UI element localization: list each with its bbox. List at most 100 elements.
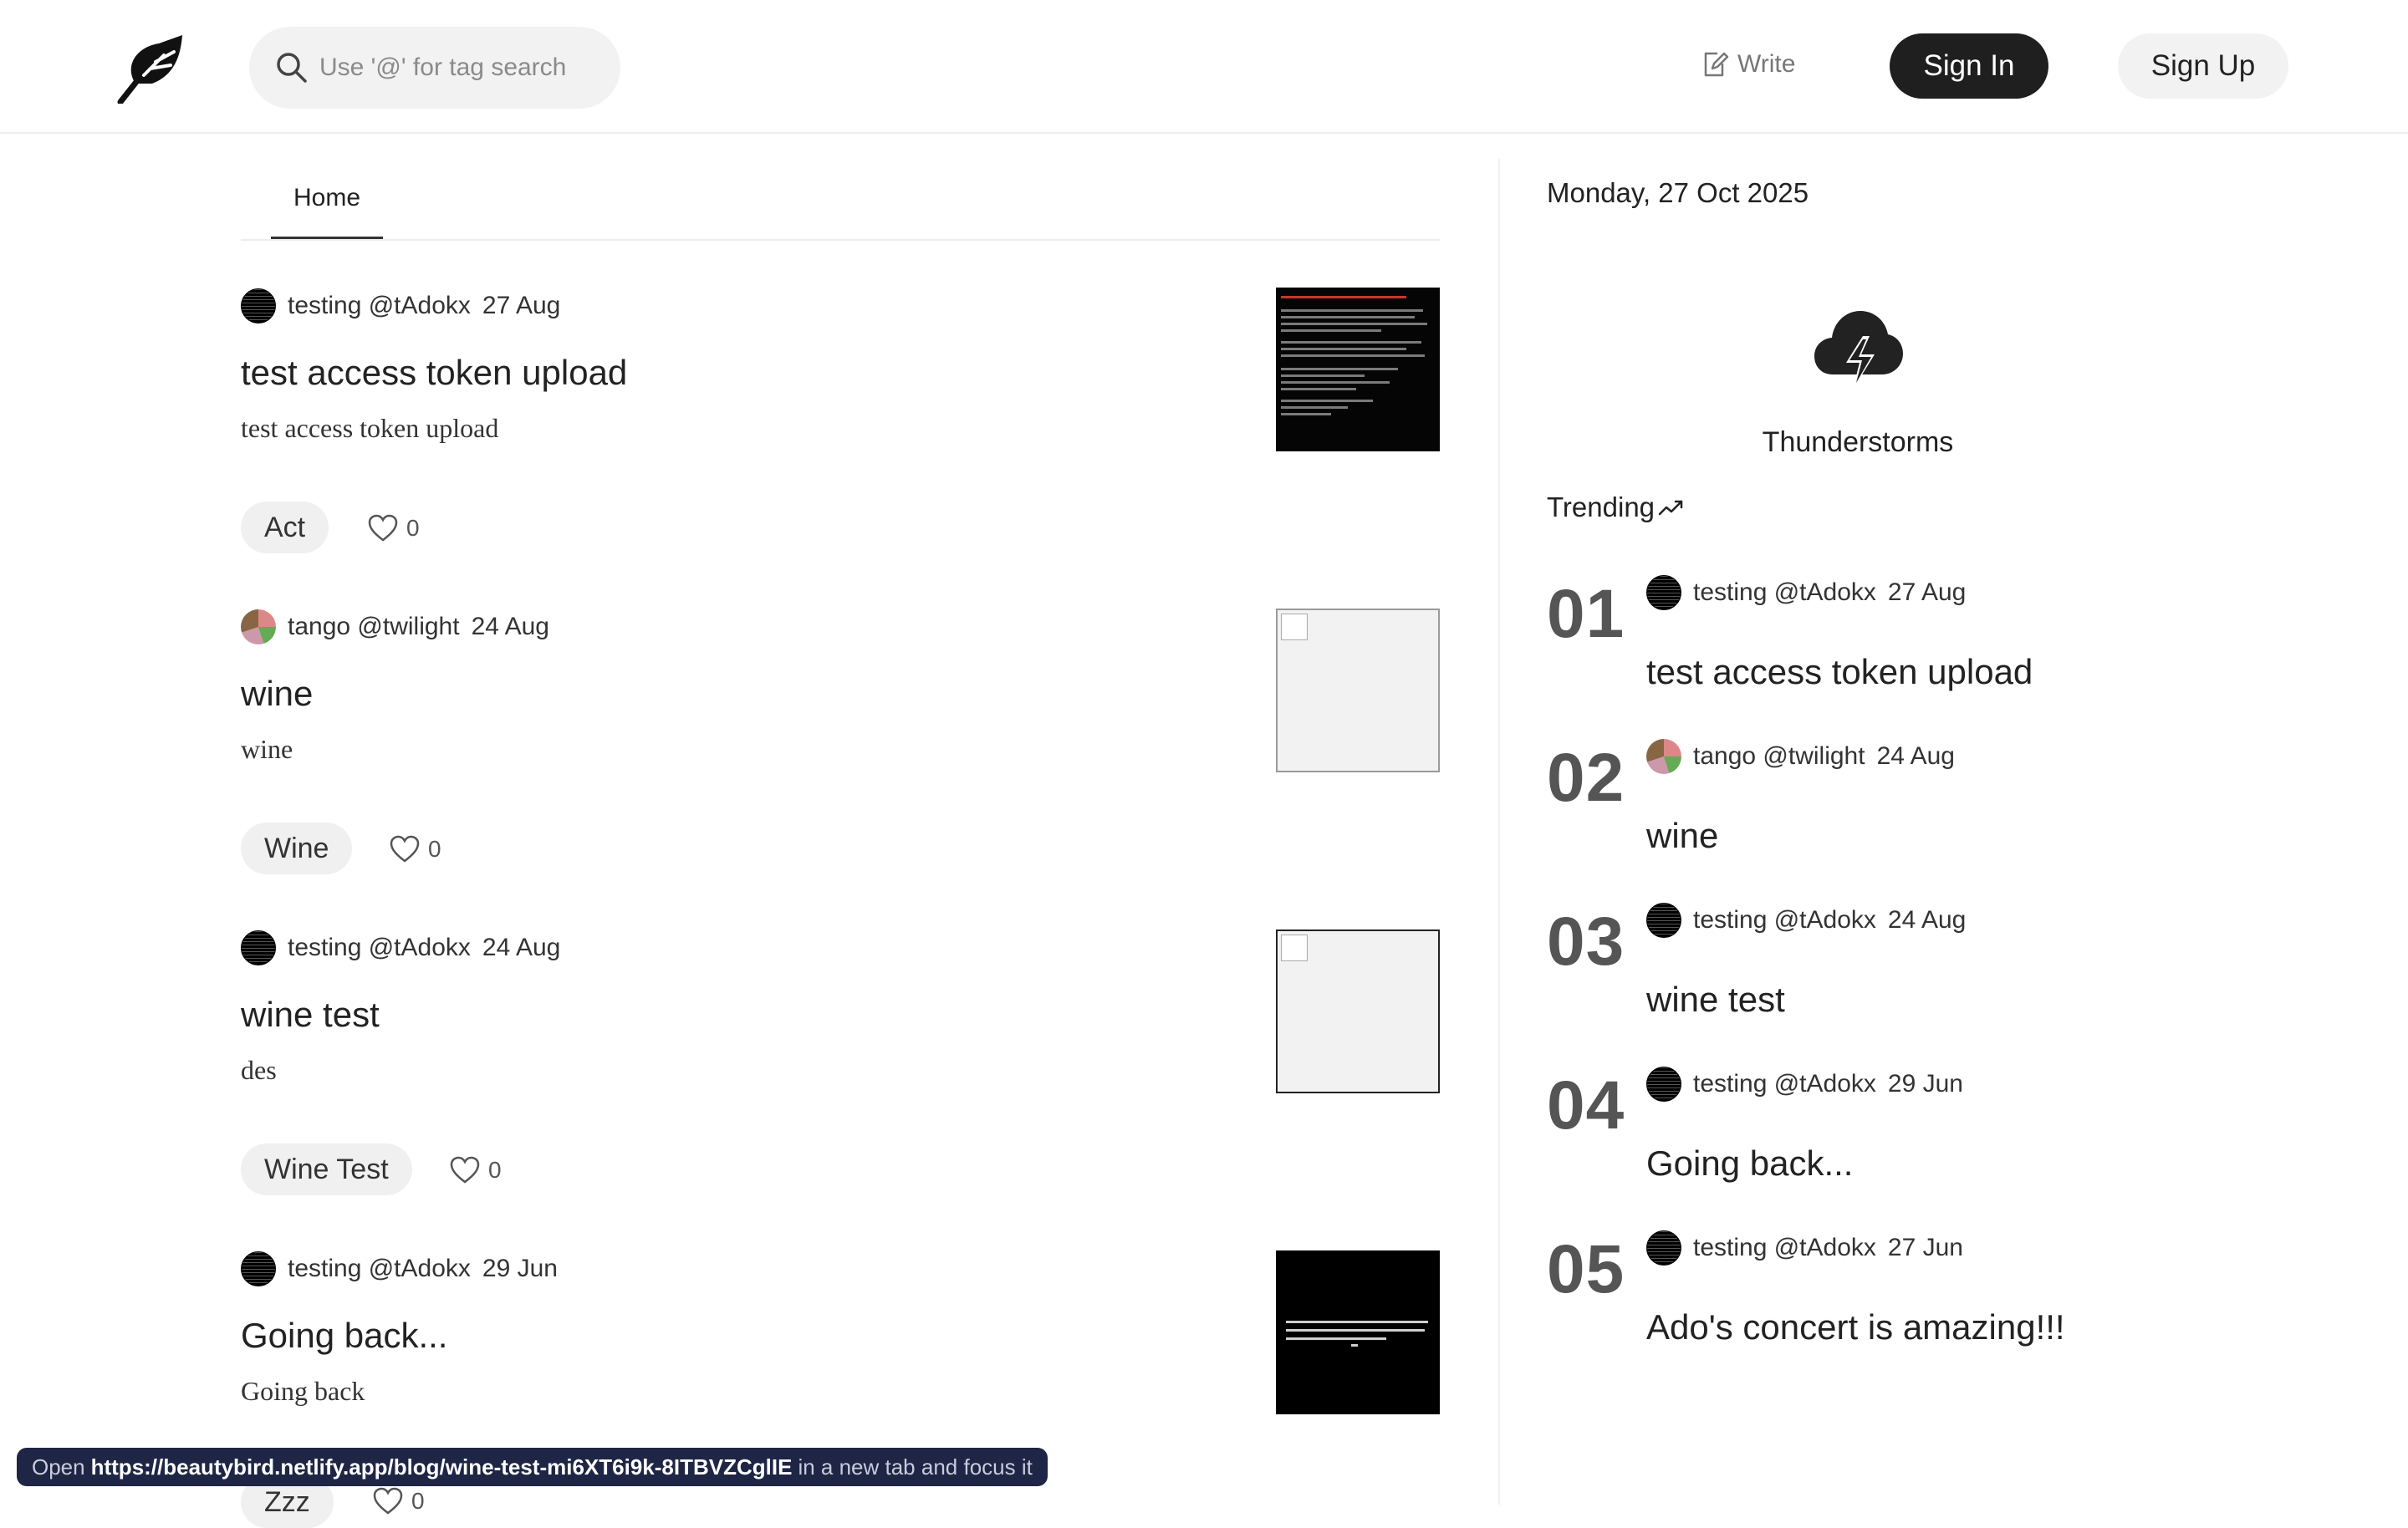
post-date: 27 Aug <box>482 292 561 319</box>
post-author[interactable]: testing @tAdokx <box>288 934 471 962</box>
avatar[interactable] <box>1646 1067 1681 1102</box>
search-icon <box>277 53 307 83</box>
trending-rank: 05 <box>1547 1231 1625 1307</box>
trending-title[interactable]: Going back... <box>1646 1143 1853 1184</box>
post-excerpt: wine <box>241 734 293 764</box>
trending-heading: Trending <box>1547 492 1685 523</box>
post-card[interactable]: testing @tAdokx 27 Aug test access token… <box>241 288 1440 563</box>
heart-icon <box>450 1156 480 1184</box>
like-button[interactable]: 0 <box>373 1485 425 1518</box>
avatar[interactable] <box>241 1251 276 1286</box>
status-prefix: Open <box>32 1454 85 1480</box>
avatar[interactable] <box>1646 1230 1681 1266</box>
link-status-tooltip: Open https://beautybird.netlify.app/blog… <box>17 1448 1048 1486</box>
trending-up-icon <box>1658 500 1683 516</box>
trending-title[interactable]: test access token upload <box>1646 652 2033 692</box>
post-title[interactable]: wine test <box>241 995 380 1035</box>
search-input-placeholder[interactable]: Use '@' for tag search <box>319 50 566 85</box>
trending-author[interactable]: testing @tAdokx <box>1693 1070 1876 1098</box>
weather-label: Thunderstorms <box>1762 426 1954 458</box>
broken-image-icon <box>1281 935 1308 961</box>
post-date: 24 Aug <box>482 934 561 961</box>
trending-meta: testing @tAdokx 29 Jun <box>1646 1067 1963 1102</box>
trending-rank: 04 <box>1547 1067 1625 1143</box>
like-count: 0 <box>488 1157 502 1183</box>
post-author[interactable]: tango @twilight <box>288 613 460 641</box>
top-header: Use '@' for tag search Write Sign In Sig… <box>0 0 2408 134</box>
trending-date: 27 Jun <box>1887 1234 1963 1261</box>
post-tag[interactable]: Act <box>241 502 329 553</box>
trending-author[interactable]: tango @twilight <box>1693 742 1865 771</box>
trending-date: 24 Aug <box>1876 742 1955 770</box>
trending-item[interactable]: 01 testing @tAdokx 27 Aug test access to… <box>1547 575 2299 739</box>
post-excerpt: des <box>241 1055 277 1085</box>
post-meta: testing @tAdokx 27 Aug <box>241 288 560 324</box>
trending-meta: testing @tAdokx 27 Jun <box>1646 1230 1963 1266</box>
trending-item[interactable]: 03 testing @tAdokx 24 Aug wine test <box>1547 903 2299 1067</box>
post-title[interactable]: wine <box>241 674 313 714</box>
trending-date: 29 Jun <box>1887 1070 1963 1098</box>
trending-author[interactable]: testing @tAdokx <box>1693 1234 1876 1262</box>
tab-home[interactable]: Home <box>271 159 383 239</box>
post-thumbnail[interactable] <box>1276 930 1440 1093</box>
post-title[interactable]: test access token upload <box>241 353 627 393</box>
post-meta: testing @tAdokx 24 Aug <box>241 930 560 966</box>
write-button[interactable]: Write <box>1701 46 1795 83</box>
trending-rank: 02 <box>1547 740 1625 816</box>
sign-up-button[interactable]: Sign Up <box>2118 33 2288 99</box>
post-thumbnail[interactable] <box>1276 1250 1440 1414</box>
trending-title[interactable]: wine <box>1646 816 1718 856</box>
post-author[interactable]: testing @tAdokx <box>288 292 471 320</box>
trending-item[interactable]: 05 testing @tAdokx 27 Jun Ado's concert … <box>1547 1230 2299 1394</box>
post-card[interactable]: tango @twilight 24 Aug wine wine Wine 0 <box>241 609 1440 884</box>
trending-rank: 01 <box>1547 576 1625 652</box>
heart-icon <box>373 1487 403 1515</box>
heart-icon <box>390 835 420 863</box>
like-button[interactable]: 0 <box>368 512 420 545</box>
thunderstorm-icon <box>1814 311 1903 390</box>
trending-item[interactable]: 02 tango @twilight 24 Aug wine <box>1547 739 2299 903</box>
sign-in-button[interactable]: Sign In <box>1890 33 2048 99</box>
trending-title[interactable]: wine test <box>1646 980 1785 1020</box>
heart-icon <box>368 514 398 542</box>
post-tag[interactable]: Wine Test <box>241 1143 412 1195</box>
post-title[interactable]: Going back... <box>241 1316 447 1356</box>
trending-date: 27 Aug <box>1887 578 1967 606</box>
post-author[interactable]: testing @tAdokx <box>288 1255 471 1283</box>
post-excerpt: Going back <box>241 1376 365 1406</box>
status-url: https://beautybird.netlify.app/blog/wine… <box>90 1454 793 1480</box>
trending-rank: 03 <box>1547 904 1625 980</box>
trending-title[interactable]: Ado's concert is amazing!!! <box>1646 1307 2065 1347</box>
feed-tabs: Home <box>241 159 1440 241</box>
avatar[interactable] <box>241 288 276 323</box>
trending-item[interactable]: 04 testing @tAdokx 29 Jun Going back... <box>1547 1067 2299 1230</box>
trending-meta: testing @tAdokx 27 Aug <box>1646 575 1966 610</box>
post-meta: testing @tAdokx 29 Jun <box>241 1250 558 1287</box>
post-thumbnail[interactable] <box>1276 288 1440 451</box>
like-button[interactable]: 0 <box>450 1154 502 1187</box>
avatar[interactable] <box>1646 739 1681 774</box>
avatar[interactable] <box>1646 575 1681 610</box>
post-excerpt: test access token upload <box>241 413 499 443</box>
logo-feather-icon[interactable] <box>115 32 187 104</box>
post-tag[interactable]: Wine <box>241 823 353 874</box>
post-meta: tango @twilight 24 Aug <box>241 609 549 645</box>
trending-meta: testing @tAdokx 24 Aug <box>1646 903 1966 938</box>
post-date: 24 Aug <box>471 613 549 640</box>
post-thumbnail[interactable] <box>1276 609 1440 772</box>
current-date: Monday, 27 Oct 2025 <box>1547 177 1809 208</box>
trending-author[interactable]: testing @tAdokx <box>1693 906 1876 935</box>
edit-icon <box>1704 52 1729 77</box>
avatar[interactable] <box>241 930 276 965</box>
write-label: Write <box>1737 50 1796 78</box>
avatar[interactable] <box>241 609 276 644</box>
trending-meta: tango @twilight 24 Aug <box>1646 739 1955 774</box>
status-suffix: in a new tab and focus it <box>798 1454 1033 1480</box>
search-box[interactable]: Use '@' for tag search <box>249 27 620 109</box>
trending-author[interactable]: testing @tAdokx <box>1693 578 1876 607</box>
post-card[interactable]: testing @tAdokx 24 Aug wine test des Win… <box>241 930 1440 1205</box>
like-count: 0 <box>406 515 420 541</box>
avatar[interactable] <box>1646 903 1681 938</box>
like-button[interactable]: 0 <box>390 833 441 866</box>
like-count: 0 <box>411 1488 425 1514</box>
